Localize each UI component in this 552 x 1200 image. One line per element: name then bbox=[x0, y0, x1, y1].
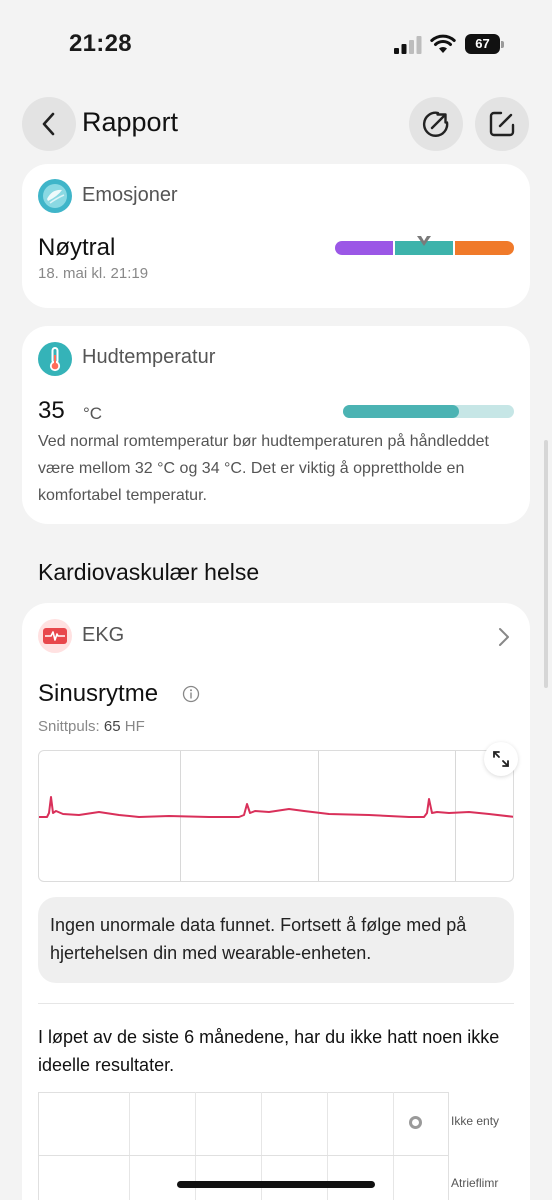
emotion-scale bbox=[335, 236, 514, 255]
skin-temp-bar bbox=[343, 405, 514, 418]
divider bbox=[38, 1003, 514, 1004]
emotion-scale-high bbox=[455, 241, 514, 255]
emotion-scale-low bbox=[335, 241, 393, 255]
scroll-indicator[interactable] bbox=[544, 440, 548, 688]
skin-temp-description: Ved normal romtemperatur bør hudtemperat… bbox=[38, 433, 489, 504]
emotion-value: Nøytral bbox=[38, 234, 116, 261]
status-bar: 21:28 67 bbox=[0, 0, 552, 90]
skin-temperature-card[interactable]: Hudtemperatur 35 °C Ved normal romtemper… bbox=[22, 326, 530, 524]
avg-pulse-unit: HF bbox=[124, 718, 145, 735]
chart-label-2: Atrieflimr bbox=[451, 1176, 499, 1190]
thermometer-icon bbox=[38, 342, 72, 376]
avg-pulse-label: Snittpuls: bbox=[38, 718, 100, 735]
chevron-right-icon[interactable] bbox=[496, 626, 512, 648]
ecg-title: EKG bbox=[82, 624, 125, 646]
skin-temp-unit: °C bbox=[83, 404, 103, 423]
cellular-signal-icon bbox=[394, 36, 422, 54]
status-time: 21:28 bbox=[69, 30, 132, 57]
expand-icon bbox=[493, 751, 509, 767]
battery-level: 67 bbox=[465, 34, 500, 54]
wifi-icon bbox=[430, 34, 456, 53]
ecg-info-box: Ingen unormale data funnet. Fortsett å f… bbox=[38, 897, 514, 983]
expand-button[interactable] bbox=[484, 742, 518, 776]
home-indicator[interactable] bbox=[177, 1181, 375, 1188]
edit-icon bbox=[489, 111, 515, 137]
share-icon bbox=[422, 111, 449, 137]
cardio-section-title: Kardiovaskulær helse bbox=[38, 559, 260, 585]
battery-icon: 67 bbox=[465, 34, 505, 54]
page-title: Rapport bbox=[82, 107, 179, 137]
emotion-date: 18. mai kl. 21:19 bbox=[38, 265, 149, 282]
emotions-title: Emosjoner bbox=[82, 184, 178, 206]
emotion-icon bbox=[38, 179, 72, 213]
edit-button[interactable] bbox=[475, 97, 529, 151]
skin-temp-bar-fill bbox=[343, 405, 460, 418]
back-button[interactable] bbox=[22, 97, 76, 151]
avg-pulse-value: 65 bbox=[103, 718, 121, 735]
emotions-card[interactable]: Emosjoner Nøytral 18. mai kl. 21:19 bbox=[22, 164, 530, 308]
ecg-summary: I løpet av de siste 6 månedene, har du i… bbox=[38, 1027, 500, 1075]
skin-temp-value: 35 bbox=[38, 397, 65, 424]
ecg-chart[interactable] bbox=[38, 750, 514, 882]
avg-pulse: Snittpuls: 65 HF bbox=[38, 718, 145, 735]
share-button[interactable] bbox=[409, 97, 463, 151]
rhythm-label: Sinusrytme bbox=[38, 680, 159, 707]
chart-point bbox=[409, 1116, 422, 1129]
ecg-waveform bbox=[39, 796, 513, 818]
chevron-left-icon bbox=[42, 112, 55, 136]
ecg-card[interactable]: EKG Sinusrytme Snittpuls: 65 HF Ingen un… bbox=[22, 603, 530, 1200]
chart-label-1: Ikke enty bbox=[451, 1114, 500, 1128]
info-icon[interactable] bbox=[182, 685, 200, 703]
ecg-icon bbox=[38, 619, 72, 653]
skin-temp-title: Hudtemperatur bbox=[82, 346, 216, 368]
